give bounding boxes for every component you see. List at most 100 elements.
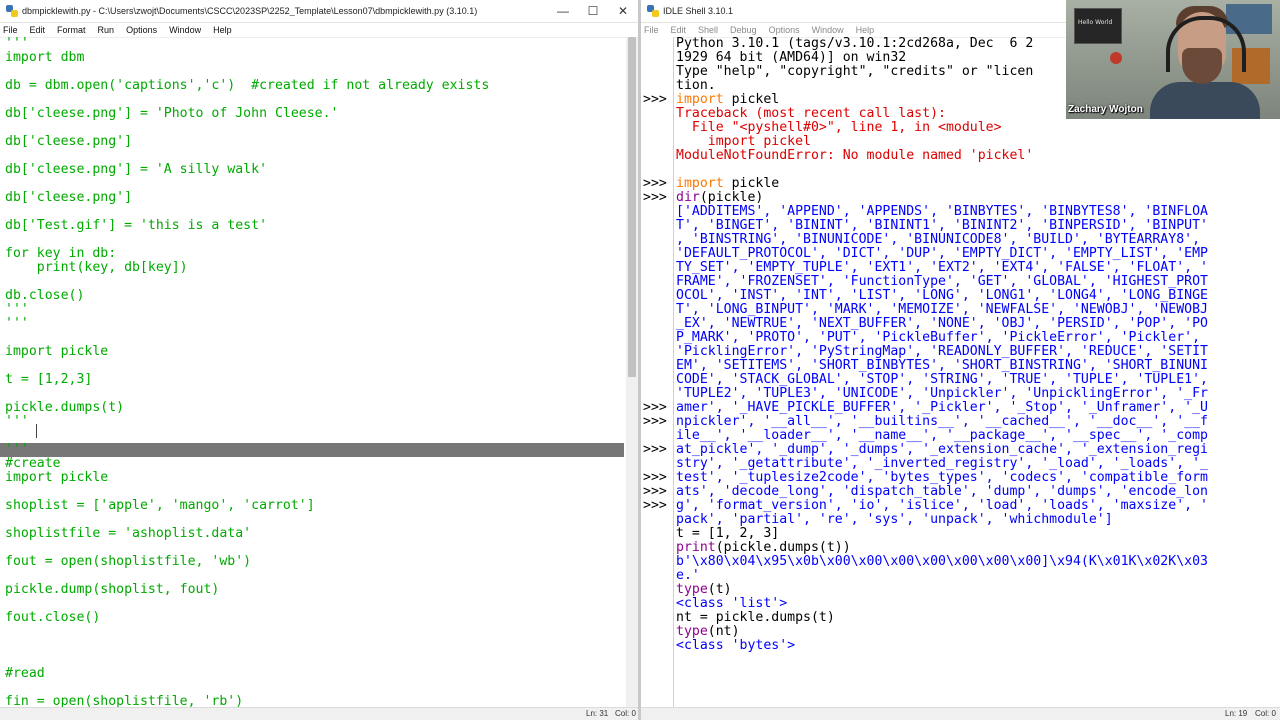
editor-code-line[interactable] [0,205,626,219]
editor-code-line[interactable]: shoplist = ['apple', 'mango', 'carrot'] [0,499,626,513]
shell-line[interactable]: T', 'LONG_BINPUT', 'MARK', 'MEMOIZE', 'N… [674,303,1280,317]
shell-line[interactable]: npickler', '__all__', '__builtins__', '_… [674,415,1280,429]
menu-format[interactable]: Format [57,25,86,35]
shell-line[interactable]: ats', 'decode_long', 'dispatch_table', '… [674,485,1280,499]
shell-line[interactable]: t = [1, 2, 3] [674,527,1280,541]
editor-code-area[interactable]: ''' import dbm db = dbm.open('captions','c… [0,37,626,708]
editor-code-line[interactable] [0,93,626,107]
shell-line[interactable]: import pickel [674,135,1280,149]
shell-line[interactable]: 'PicklingError', 'PyStringMap', 'READONL… [674,345,1280,359]
shell-line[interactable]: amer', '_HAVE_PICKLE_BUFFER', '_Pickler'… [674,401,1280,415]
editor-code-line[interactable] [0,387,626,401]
shell-line[interactable]: TY_SET', 'EMPTY_TUPLE', 'EXT1', 'EXT2', … [674,261,1280,275]
editor-code-line[interactable]: shoplistfile = 'ashoplist.data' [0,527,626,541]
editor-code-line[interactable] [0,569,626,583]
shell-line[interactable]: type(nt) [674,625,1280,639]
editor-code-line[interactable]: ''' [0,415,626,429]
menu-window[interactable]: Window [812,25,844,35]
editor-code-line[interactable]: pickle.dump(shoplist, fout) [0,583,626,597]
editor-code-line[interactable] [0,121,626,135]
editor-code-line[interactable] [0,275,626,289]
menu-options[interactable]: Options [126,25,157,35]
shell-line[interactable]: ile__', '__loader__', '__name__', '__pac… [674,429,1280,443]
shell-line[interactable]: g', 'format_version', 'io', 'islice', 'l… [674,499,1280,513]
editor-code-line[interactable]: #create [0,457,626,471]
editor-code-line[interactable]: ''' [0,303,626,317]
editor-code-line[interactable]: ''' [0,443,624,457]
shell-line[interactable]: e.' [674,569,1280,583]
shell-line[interactable]: dir(pickle) [674,191,1280,205]
shell-line[interactable]: T', 'BINGET', 'BININT', 'BININT1', 'BINI… [674,219,1280,233]
editor-code-line[interactable]: for key in db: [0,247,626,261]
menu-edit[interactable]: Edit [671,25,687,35]
editor-code-line[interactable]: db['cleese.png'] [0,135,626,149]
shell-line[interactable]: print(pickle.dumps(t)) [674,541,1280,555]
shell-line[interactable]: , 'BINSTRING', 'BINUNICODE', 'BINUNICODE… [674,233,1280,247]
editor-code-line[interactable]: import dbm [0,51,626,65]
editor-code-line[interactable] [0,65,626,79]
minimize-icon[interactable]: — [548,4,578,18]
editor-code-line[interactable] [0,149,626,163]
shell-line[interactable]: EM', 'SETITEMS', 'SHORT_BINBYTES', 'SHOR… [674,359,1280,373]
shell-line[interactable]: File "<pyshell#0>", line 1, in <module> [674,121,1280,135]
editor-code-line[interactable] [0,429,626,443]
editor-code-line[interactable] [0,639,626,653]
menu-options[interactable]: Options [769,25,800,35]
shell-line[interactable]: <class 'list'> [674,597,1280,611]
menu-run[interactable]: Run [98,25,115,35]
editor-code-line[interactable]: db = dbm.open('captions','c') #created i… [0,79,626,93]
editor-code-line[interactable] [0,541,626,555]
shell-line[interactable]: stry', '_getattribute', '_inverted_regis… [674,457,1280,471]
editor-code-line[interactable]: ''' [0,37,626,51]
editor-code-line[interactable]: ''' [0,317,626,331]
shell-line[interactable]: 'TUPLE2', 'TUPLE3', 'UNICODE', 'Unpickle… [674,387,1280,401]
editor-code-line[interactable]: #read [0,667,626,681]
shell-line[interactable]: ['ADDITEMS', 'APPEND', 'APPENDS', 'BINBY… [674,205,1280,219]
shell-output-area[interactable]: Python 3.10.1 (tags/v3.10.1:2cd268a, Dec… [674,37,1280,708]
editor-code-line[interactable]: t = [1,2,3] [0,373,626,387]
shell-line[interactable]: nt = pickle.dumps(t) [674,611,1280,625]
editor-code-line[interactable]: import pickle [0,345,626,359]
editor-scrollbar[interactable] [626,37,638,708]
editor-code-line[interactable]: fout.close() [0,611,626,625]
shell-line[interactable]: type(t) [674,583,1280,597]
maximize-icon[interactable]: ☐ [578,4,608,18]
shell-line[interactable]: at_pickle', '_dump', '_dumps', '_extensi… [674,443,1280,457]
editor-code-line[interactable] [0,513,626,527]
editor-code-line[interactable]: pickle.dumps(t) [0,401,626,415]
editor-code-line[interactable]: db['Test.gif'] = 'this is a test' [0,219,626,233]
shell-line[interactable]: test', '_tuplesize2code', 'bytes_types',… [674,471,1280,485]
menu-shell[interactable]: Shell [698,25,718,35]
editor-scroll-thumb[interactable] [628,37,636,377]
shell-line[interactable]: 'DEFAULT_PROTOCOL', 'DICT', 'DUP', 'EMPT… [674,247,1280,261]
menu-help[interactable]: Help [856,25,875,35]
editor-code-line[interactable]: fout = open(shoplistfile, 'wb') [0,555,626,569]
editor-titlebar[interactable]: dbmpicklewith.py - C:\Users\zwojt\Docume… [0,0,638,23]
editor-code-line[interactable]: import pickle [0,471,626,485]
menu-file[interactable]: File [3,25,18,35]
editor-code-line[interactable]: db['cleese.png'] = 'A silly walk' [0,163,626,177]
shell-line[interactable]: FRAME', 'FROZENSET', 'FunctionType', 'GE… [674,275,1280,289]
shell-line[interactable]: OCOL', 'INST', 'INT', 'LIST', 'LONG', 'L… [674,289,1280,303]
editor-code-line[interactable] [0,625,626,639]
editor-code-line[interactable] [0,597,626,611]
editor-code-line[interactable] [0,331,626,345]
editor-code-line[interactable]: db['cleese.png'] [0,191,626,205]
editor-code-line[interactable]: print(key, db[key]) [0,261,626,275]
menu-edit[interactable]: Edit [30,25,46,35]
shell-line[interactable]: CODE', 'STACK_GLOBAL', 'STOP', 'STRING',… [674,373,1280,387]
editor-code-line[interactable] [0,681,626,695]
editor-code-line[interactable]: db.close() [0,289,626,303]
editor-code-line[interactable] [0,653,626,667]
editor-code-line[interactable] [0,233,626,247]
shell-line[interactable]: pack', 'partial', 're', 'sys', 'unpack',… [674,513,1280,527]
menu-window[interactable]: Window [169,25,201,35]
shell-line[interactable]: b'\x80\x04\x95\x0b\x00\x00\x00\x00\x00\x… [674,555,1280,569]
shell-line[interactable] [674,653,1280,667]
shell-line[interactable] [674,163,1280,177]
editor-code-line[interactable] [0,359,626,373]
menu-file[interactable]: File [644,25,659,35]
shell-line[interactable]: P_MARK', 'PROTO', 'PUT', 'PickleBuffer',… [674,331,1280,345]
shell-line[interactable]: import pickle [674,177,1280,191]
menu-help[interactable]: Help [213,25,232,35]
